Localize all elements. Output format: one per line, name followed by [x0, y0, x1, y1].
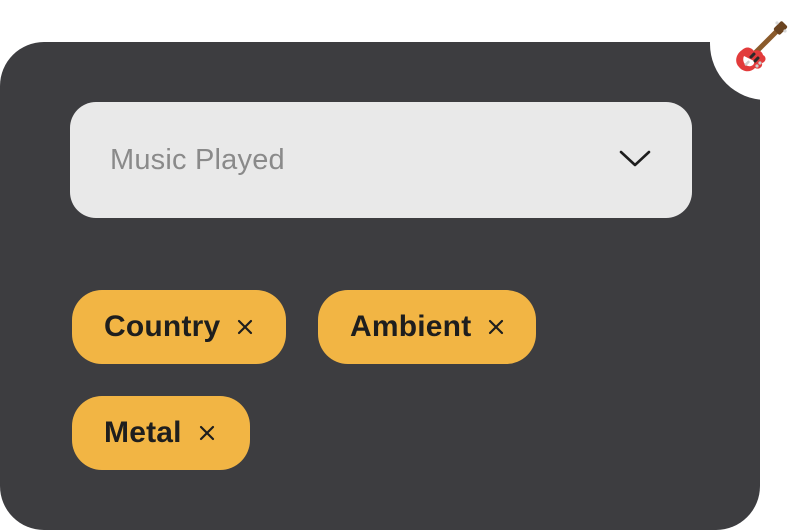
remove-chip-button[interactable]	[196, 422, 218, 444]
dropdown-placeholder: Music Played	[110, 143, 285, 176]
close-icon	[199, 425, 214, 441]
chevron-down-icon	[618, 147, 652, 174]
remove-chip-button[interactable]	[234, 316, 256, 338]
chip-label: Country	[104, 310, 221, 343]
close-icon	[489, 319, 504, 335]
genre-chip-country: Country	[72, 290, 286, 364]
remove-chip-button[interactable]	[485, 316, 507, 338]
genre-chip-ambient: Ambient	[318, 290, 536, 364]
music-filter-card: Music Played Country Ambient Metal	[0, 0, 810, 530]
chip-label: Metal	[104, 416, 182, 449]
genre-chip-metal: Metal	[72, 396, 250, 470]
close-icon	[238, 319, 253, 335]
music-played-dropdown[interactable]: Music Played	[70, 102, 692, 218]
electric-guitar-icon	[732, 20, 788, 81]
chip-label: Ambient	[350, 310, 472, 343]
